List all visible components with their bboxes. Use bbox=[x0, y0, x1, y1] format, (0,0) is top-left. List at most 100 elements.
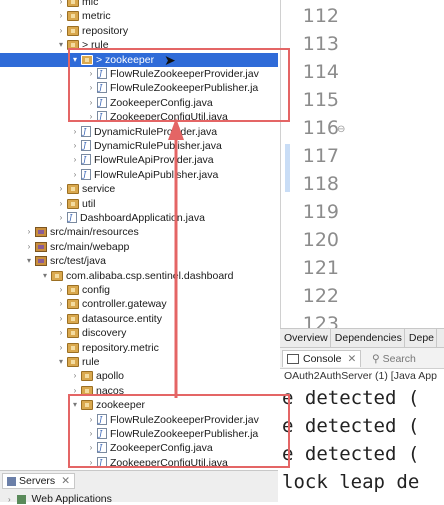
line-number: 121 bbox=[302, 257, 339, 279]
package-icon bbox=[67, 299, 79, 310]
tree-item-label: FlowRuleApiProvider.java bbox=[94, 154, 214, 167]
servers-tab-label: Servers bbox=[19, 475, 56, 487]
chevron-right-icon[interactable]: › bbox=[70, 139, 80, 153]
mouse-cursor-icon: ➤ bbox=[164, 52, 176, 68]
tab-dependency-hierarchy[interactable]: Depe bbox=[405, 329, 438, 347]
chevron-right-icon[interactable]: › bbox=[70, 125, 80, 139]
tree-item[interactable]: › apollo bbox=[0, 369, 278, 383]
tree-item[interactable]: › discovery bbox=[0, 326, 278, 340]
chevron-right-icon[interactable]: › bbox=[56, 297, 66, 311]
chevron-right-icon[interactable]: › bbox=[56, 326, 66, 340]
chevron-right-icon[interactable]: › bbox=[56, 283, 66, 297]
console-title: OAuth2AuthServer (1) [Java App bbox=[284, 370, 437, 382]
code-editor[interactable]: 112 113 114 115 116 117 118 119 120 121 122 123 ⊖ bbox=[280, 0, 444, 328]
package-icon bbox=[67, 328, 79, 339]
tree-item-label: com.alibaba.csp.sentinel.dashboard bbox=[66, 269, 234, 282]
tree-item-label: src/test/java bbox=[50, 255, 107, 268]
annotation-box-test bbox=[68, 394, 290, 468]
tab-console[interactable]: Console ✕ bbox=[282, 350, 362, 367]
fold-icon[interactable]: ⊖ bbox=[337, 124, 345, 135]
tree-item-label: FlowRuleApiPublisher.java bbox=[94, 168, 219, 181]
tree-item[interactable]: ▾ com.alibaba.csp.sentinel.dashboard bbox=[0, 269, 278, 283]
package-icon bbox=[67, 357, 79, 367]
server-icon bbox=[16, 494, 26, 504]
console-tab-bar: Console ✕ ⚲ Search bbox=[280, 348, 444, 369]
tree-item[interactable]: › FlowRuleApiPublisher.java bbox=[0, 168, 278, 182]
chevron-right-icon[interactable]: › bbox=[56, 211, 66, 225]
tree-item[interactable]: ▾ rule bbox=[0, 355, 278, 369]
chevron-down-icon[interactable]: ▾ bbox=[56, 355, 66, 369]
annotation-box-main bbox=[68, 48, 290, 122]
java-file-icon bbox=[81, 125, 91, 139]
tree-item-label: service bbox=[82, 183, 116, 196]
close-icon[interactable]: ✕ bbox=[348, 353, 357, 365]
chevron-right-icon[interactable]: › bbox=[56, 24, 66, 38]
tree-item[interactable]: › service bbox=[0, 182, 278, 196]
tree-item-label: DynamicRulePublisher.java bbox=[94, 140, 222, 152]
tree-item[interactable]: › FlowRuleApiProvider.java bbox=[0, 153, 278, 167]
chevron-right-icon[interactable]: › bbox=[24, 240, 34, 254]
line-number: 122 bbox=[302, 285, 339, 307]
line-number: 118 bbox=[302, 173, 339, 195]
console-output[interactable]: e detected (e detected (e detected (lock… bbox=[282, 384, 444, 501]
tree-item[interactable]: › src/main/webapp bbox=[0, 240, 278, 254]
console-line: e detected ( bbox=[282, 415, 420, 437]
package-icon bbox=[67, 313, 79, 324]
chevron-right-icon[interactable]: › bbox=[24, 225, 34, 239]
tree-item[interactable]: › datasource.entity bbox=[0, 312, 278, 326]
tree-item-label: controller.gateway bbox=[82, 298, 167, 311]
tree-item[interactable]: › DynamicRulePublisher.java bbox=[0, 139, 278, 153]
chevron-right-icon[interactable]: › bbox=[70, 369, 80, 383]
tree-item-label: datasource.entity bbox=[82, 312, 162, 325]
tree-item[interactable]: › DashboardApplication.java bbox=[0, 211, 278, 225]
chevron-down-icon[interactable]: ▾ bbox=[56, 38, 66, 52]
chevron-right-icon[interactable]: › bbox=[56, 182, 66, 196]
editor-bottom-tabs: Overview Dependencies Depe bbox=[280, 328, 444, 348]
java-file-icon bbox=[81, 153, 91, 167]
tree-item[interactable]: › DynamicRuleProvider.java bbox=[0, 125, 278, 139]
chevron-right-icon[interactable]: › bbox=[70, 168, 80, 182]
close-icon[interactable]: ✕ bbox=[61, 475, 70, 487]
tree-item[interactable]: › repository.metric bbox=[0, 341, 278, 355]
chevron-right-icon[interactable]: › bbox=[56, 341, 66, 355]
package-icon bbox=[67, 285, 79, 295]
console-tab-label: Console bbox=[303, 353, 342, 365]
tree-item[interactable]: › mic bbox=[0, 0, 278, 9]
line-number: 123 bbox=[302, 313, 339, 328]
tree-item-label: util bbox=[82, 197, 96, 210]
chevron-right-icon[interactable]: › bbox=[70, 153, 80, 167]
chevron-right-icon[interactable]: › bbox=[56, 9, 66, 23]
tree-item-label: rule bbox=[82, 356, 100, 368]
chevron-right-icon: › bbox=[8, 495, 11, 504]
tree-item[interactable]: › util bbox=[0, 197, 278, 211]
tree-item[interactable]: › metric bbox=[0, 9, 278, 23]
tab-overview[interactable]: Overview bbox=[280, 329, 331, 347]
tab-dependencies[interactable]: Dependencies bbox=[331, 329, 405, 347]
servers-item[interactable]: › Web Applications bbox=[8, 493, 112, 505]
console-line: lock leap de bbox=[282, 471, 420, 493]
chevron-down-icon[interactable]: ▾ bbox=[24, 254, 34, 268]
line-number: 120 bbox=[302, 229, 339, 251]
servers-icon bbox=[7, 476, 16, 486]
chevron-right-icon[interactable]: › bbox=[56, 312, 66, 326]
tree-item-label: src/main/webapp bbox=[50, 240, 130, 253]
tree-item-label: config bbox=[82, 284, 111, 296]
line-number: 117 bbox=[302, 145, 339, 167]
tree-item[interactable]: › controller.gateway bbox=[0, 297, 278, 311]
chevron-right-icon[interactable]: › bbox=[56, 0, 66, 9]
package-icon bbox=[67, 11, 79, 22]
tree-item[interactable]: › repository bbox=[0, 24, 278, 38]
chevron-right-icon[interactable]: › bbox=[56, 197, 66, 211]
java-file-icon bbox=[81, 139, 91, 153]
java-file-icon bbox=[81, 168, 91, 182]
tab-search[interactable]: ⚲ Search bbox=[372, 351, 416, 367]
tab-servers[interactable]: Servers ✕ bbox=[2, 473, 75, 489]
package-icon bbox=[67, 184, 79, 195]
tree-item[interactable]: ▾ src/test/java bbox=[0, 254, 278, 268]
package-icon bbox=[81, 371, 93, 382]
console-line: e detected ( bbox=[282, 443, 420, 465]
tree-item[interactable]: › src/main/resources bbox=[0, 225, 278, 239]
tree-item-label: apollo bbox=[96, 370, 125, 383]
tree-item[interactable]: › config bbox=[0, 283, 278, 297]
chevron-down-icon[interactable]: ▾ bbox=[40, 269, 50, 283]
